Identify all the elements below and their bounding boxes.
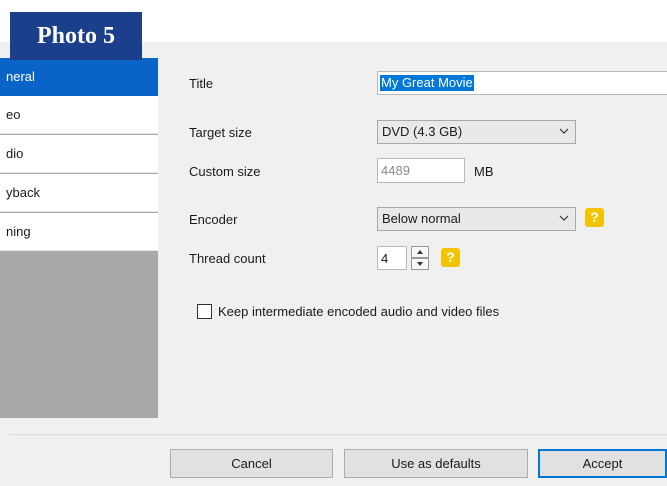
keep-files-label: Keep intermediate encoded audio and vide… bbox=[218, 304, 500, 319]
keep-files-checkbox[interactable] bbox=[197, 304, 212, 319]
sidebar-item-playback[interactable]: yback bbox=[0, 174, 158, 212]
thread-count-label: Thread count bbox=[189, 251, 266, 266]
chevron-down-icon bbox=[559, 128, 569, 134]
custom-size-value: 4489 bbox=[381, 163, 410, 178]
title-input-value: My Great Movie bbox=[380, 75, 474, 91]
sidebar-item-audio[interactable]: dio bbox=[0, 135, 158, 173]
chevron-down-icon bbox=[559, 215, 569, 221]
thread-count-help-icon[interactable]: ? bbox=[441, 248, 460, 267]
encoder-select[interactable]: Below normal bbox=[377, 207, 576, 231]
photo-badge: Photo 5 bbox=[10, 12, 142, 60]
triangle-up-icon bbox=[417, 250, 423, 254]
triangle-down-icon bbox=[417, 262, 423, 266]
stepper-up-button[interactable] bbox=[411, 246, 429, 258]
encoder-value: Below normal bbox=[382, 211, 461, 226]
title-label: Title bbox=[189, 76, 214, 91]
accept-button[interactable]: Accept bbox=[538, 449, 667, 478]
encoder-label: Encoder bbox=[189, 212, 238, 227]
encoder-help-icon[interactable]: ? bbox=[585, 208, 604, 227]
thread-count-input[interactable]: 4 bbox=[377, 246, 407, 270]
title-input[interactable]: My Great Movie bbox=[377, 71, 667, 95]
target-size-label: Target size bbox=[189, 125, 252, 140]
sidebar-item-video[interactable]: eo bbox=[0, 96, 158, 134]
stepper-down-button[interactable] bbox=[411, 258, 429, 270]
use-defaults-button[interactable]: Use as defaults bbox=[344, 449, 528, 478]
sidebar-item-general[interactable]: neral bbox=[0, 58, 158, 96]
target-size-value: DVD (4.3 GB) bbox=[382, 124, 463, 139]
thread-count-value: 4 bbox=[381, 251, 389, 266]
sidebar-item-burning[interactable]: ning bbox=[0, 213, 158, 251]
custom-size-input[interactable]: 4489 bbox=[377, 158, 465, 183]
thread-count-stepper bbox=[411, 246, 429, 270]
custom-size-unit: MB bbox=[474, 164, 494, 179]
target-size-select[interactable]: DVD (4.3 GB) bbox=[377, 120, 576, 144]
cancel-button[interactable]: Cancel bbox=[170, 449, 333, 478]
custom-size-label: Custom size bbox=[189, 164, 261, 179]
sidebar: neral eo dio yback ning bbox=[0, 58, 158, 418]
